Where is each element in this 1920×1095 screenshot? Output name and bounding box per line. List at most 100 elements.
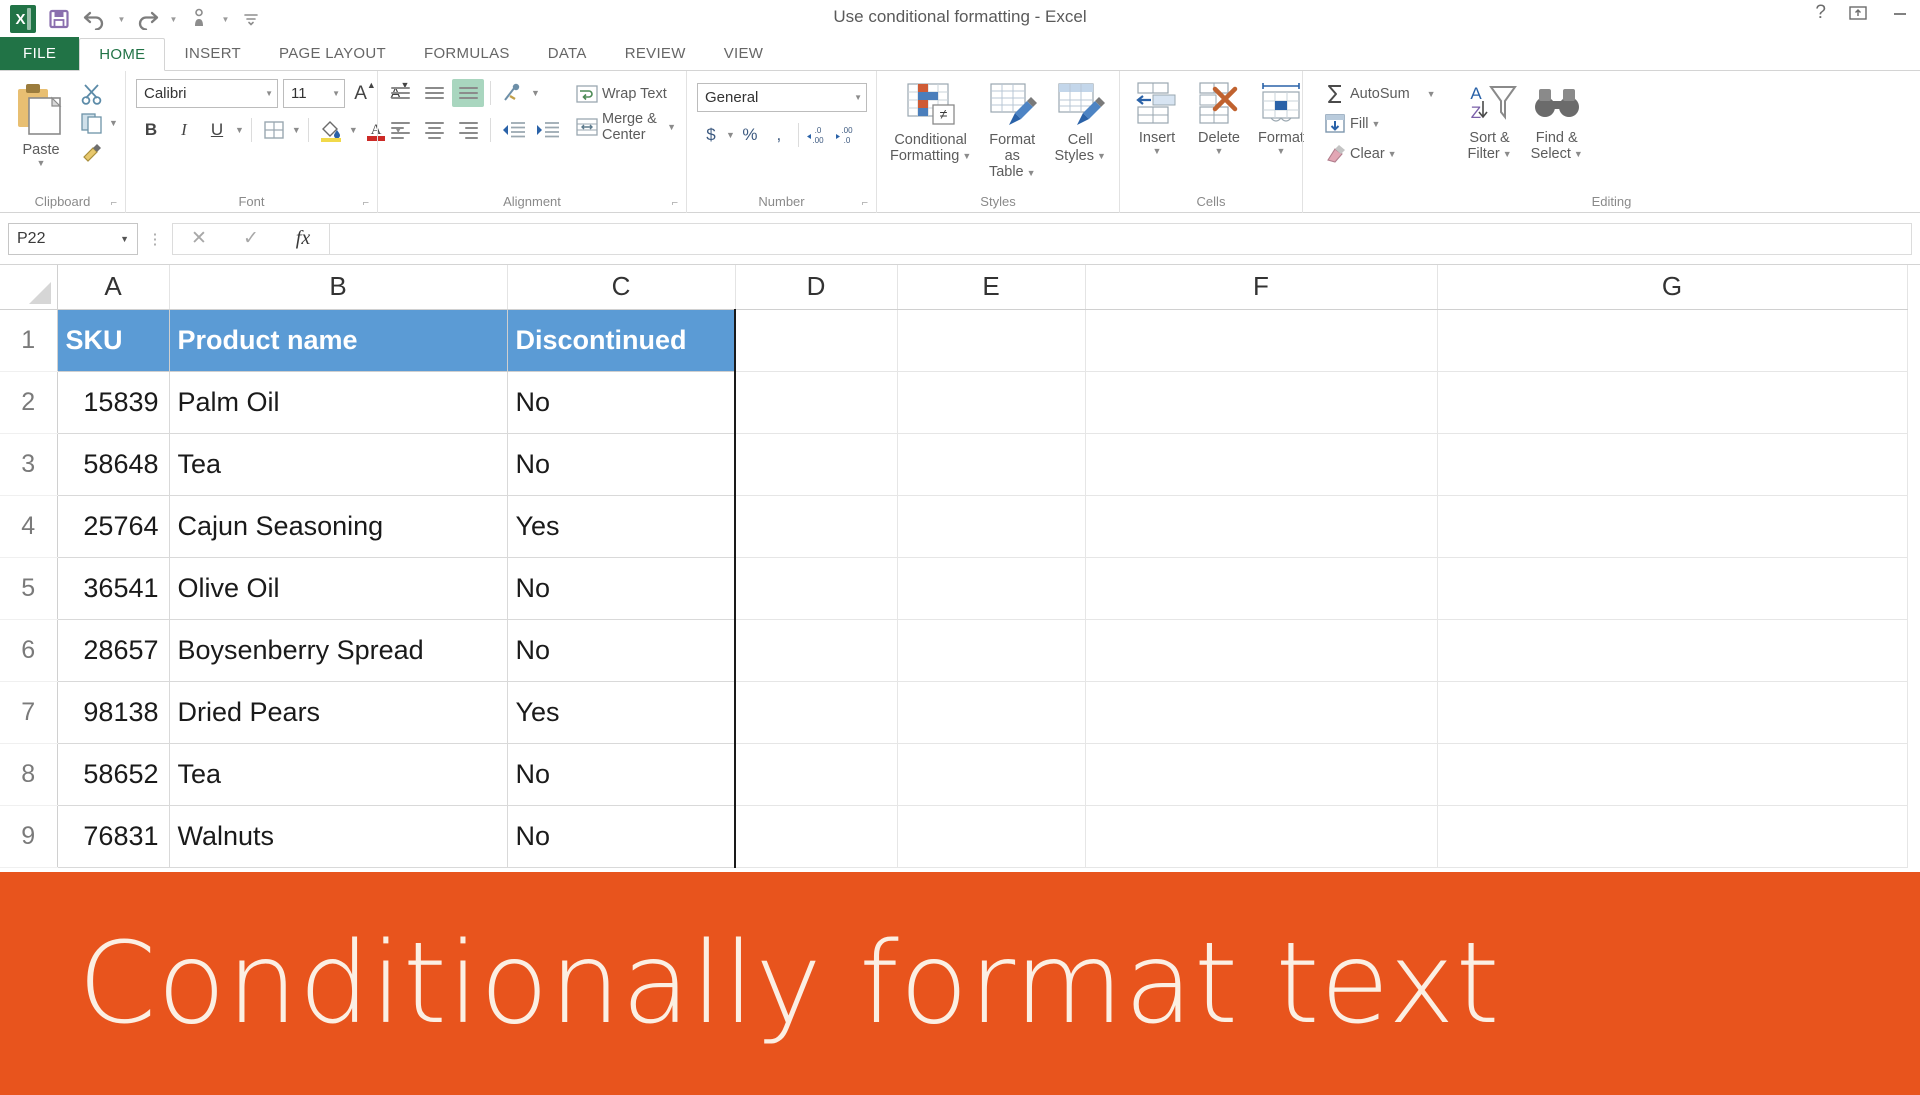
tab-insert[interactable]: INSERT [165,37,260,70]
copy-caret-icon[interactable]: ▼ [109,118,118,128]
column-header-d[interactable]: D [735,265,898,310]
row-header-8[interactable]: 8 [0,743,58,806]
borders-button[interactable] [259,116,289,144]
tab-file[interactable]: FILE [0,37,80,70]
font-size-combo[interactable]: 11 ▼ [283,79,345,108]
cell-a6[interactable]: 28657 [57,619,170,682]
cell-a4[interactable]: 25764 [57,495,170,558]
autosum-button[interactable]: AutoSum ▼ [1319,81,1440,107]
column-header-c[interactable]: C [507,265,736,310]
cell-d4[interactable] [735,495,898,558]
cell-g3[interactable] [1437,433,1908,496]
align-top-button[interactable] [384,79,416,107]
formula-input[interactable] [330,222,1912,255]
borders-caret-icon[interactable]: ▼ [292,125,301,135]
cell-c7[interactable]: Yes [507,681,736,744]
cell-d5[interactable] [735,557,898,620]
fill-color-caret-icon[interactable]: ▼ [349,125,358,135]
column-header-g[interactable]: G [1437,265,1908,310]
autosum-caret-icon[interactable]: ▼ [1427,89,1436,99]
cell-f3[interactable] [1085,433,1438,496]
cell-b3[interactable]: Tea [169,433,508,496]
fill-caret-icon[interactable]: ▼ [1372,119,1381,129]
underline-caret-icon[interactable]: ▼ [235,125,244,135]
tab-view[interactable]: VIEW [705,37,783,70]
cell-c9[interactable]: No [507,805,736,868]
cell-styles-button[interactable]: Cell Styles ▼ [1046,79,1114,166]
cell-b7[interactable]: Dried Pears [169,681,508,744]
cell-a1[interactable]: SKU [57,309,170,372]
cell-a3[interactable]: 58648 [57,433,170,496]
paste-button[interactable]: Paste ▼ [6,79,76,170]
insert-cells-caret-icon[interactable]: ▼ [1153,146,1162,156]
tab-home[interactable]: HOME [79,38,166,71]
number-format-caret-icon[interactable]: ▼ [854,93,862,102]
number-dialog-launcher-icon[interactable]: ⌐ [862,197,868,209]
cell-f9[interactable] [1085,805,1438,868]
cell-g1[interactable] [1437,309,1908,372]
cell-g9[interactable] [1437,805,1908,868]
cut-button[interactable] [76,81,122,107]
tab-data[interactable]: DATA [529,37,606,70]
decrease-decimal-button[interactable]: .00.0 [833,121,861,149]
row-header-1[interactable]: 1 [0,309,58,372]
cell-e4[interactable] [897,495,1086,558]
cell-f4[interactable] [1085,495,1438,558]
wrap-text-button[interactable]: Wrap Text [571,81,680,107]
delete-cells-caret-icon[interactable]: ▼ [1215,146,1224,156]
clear-caret-icon[interactable]: ▼ [1388,149,1397,159]
cell-b6[interactable]: Boysenberry Spread [169,619,508,682]
cell-e5[interactable] [897,557,1086,620]
cell-d1[interactable] [735,309,898,372]
cell-f2[interactable] [1085,371,1438,434]
minimize-icon[interactable] [1890,4,1910,22]
orientation-caret-icon[interactable]: ▼ [531,88,540,98]
cell-d7[interactable] [735,681,898,744]
clipboard-dialog-launcher-icon[interactable]: ⌐ [111,197,117,209]
row-header-6[interactable]: 6 [0,619,58,682]
tab-page-layout[interactable]: PAGE LAYOUT [260,37,405,70]
row-header-7[interactable]: 7 [0,681,58,744]
merge-center-caret-icon[interactable]: ▼ [667,122,676,132]
cell-a7[interactable]: 98138 [57,681,170,744]
cell-a5[interactable]: 36541 [57,557,170,620]
increase-indent-button[interactable] [531,116,563,144]
cell-e8[interactable] [897,743,1086,806]
cell-c6[interactable]: No [507,619,736,682]
cell-e7[interactable] [897,681,1086,744]
number-format-combo[interactable]: General ▼ [697,83,867,112]
conditional-formatting-button[interactable]: ≠ Conditional Formatting ▼ [883,79,978,166]
comma-style-button[interactable]: , [765,121,793,149]
cell-c4[interactable]: Yes [507,495,736,558]
italic-button[interactable]: I [169,116,199,144]
column-header-b[interactable]: B [169,265,508,310]
row-header-5[interactable]: 5 [0,557,58,620]
cell-g8[interactable] [1437,743,1908,806]
align-middle-button[interactable] [418,79,450,107]
cell-c3[interactable]: No [507,433,736,496]
font-size-caret-icon[interactable]: ▼ [332,89,340,98]
cell-c1[interactable]: Discontinued [507,309,736,372]
font-dialog-launcher-icon[interactable]: ⌐ [363,197,369,209]
conditional-formatting-caret-icon[interactable]: ▼ [962,151,971,161]
column-header-a[interactable]: A [57,265,170,310]
cell-e6[interactable] [897,619,1086,682]
bold-button[interactable]: B [136,116,166,144]
sort-filter-caret-icon[interactable]: ▼ [1503,149,1512,159]
cell-f6[interactable] [1085,619,1438,682]
cell-a2[interactable]: 15839 [57,371,170,434]
format-cells-caret-icon[interactable]: ▼ [1277,146,1286,156]
font-family-caret-icon[interactable]: ▼ [265,89,273,98]
row-header-2[interactable]: 2 [0,371,58,434]
alignment-dialog-launcher-icon[interactable]: ⌐ [672,197,678,209]
cell-d2[interactable] [735,371,898,434]
currency-caret-icon[interactable]: ▼ [726,130,735,140]
cell-b1[interactable]: Product name [169,309,508,372]
paste-caret-icon[interactable]: ▼ [37,158,46,168]
cell-b2[interactable]: Palm Oil [169,371,508,434]
cell-a8[interactable]: 58652 [57,743,170,806]
align-left-button[interactable] [384,116,416,144]
cell-e9[interactable] [897,805,1086,868]
select-all-corner[interactable] [0,265,58,310]
cell-c8[interactable]: No [507,743,736,806]
